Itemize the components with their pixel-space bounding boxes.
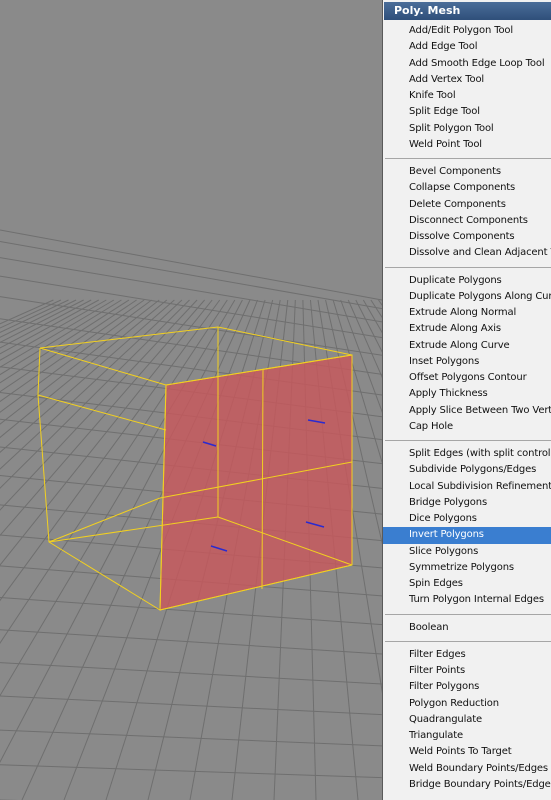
menu-item-add-edge-tool[interactable]: Add Edge Tool: [383, 39, 551, 55]
menu-item-filter-polygons[interactable]: Filter Polygons: [383, 679, 551, 695]
wire-edge: [48, 497, 161, 543]
menu-items: Add/Edit Polygon Tool Add Edge Tool Add Sm…: [383, 20, 551, 793]
menu-item-slice-polygons[interactable]: Slice Polygons: [383, 544, 551, 560]
menu-item-add-edit-polygon-tool[interactable]: Add/Edit Polygon Tool: [383, 23, 551, 39]
menu-item-add-smooth-edge-loop-tool[interactable]: Add Smooth Edge Loop Tool: [383, 56, 551, 72]
menu-item-extrude-along-normal[interactable]: Extrude Along Normal: [383, 305, 551, 321]
menu-title: Poly. Mesh: [384, 2, 551, 20]
menu-item-dissolve-and-clean-adjacent-ve[interactable]: Dissolve and Clean Adjacent Ve: [383, 245, 551, 261]
menu-item-local-subdivision-refinement[interactable]: Local Subdivision Refinement: [383, 479, 551, 495]
menu-item-delete-components[interactable]: Delete Components: [383, 197, 551, 213]
menu-item-extrude-along-axis[interactable]: Extrude Along Axis: [383, 321, 551, 337]
menu-item-extrude-along-curve[interactable]: Extrude Along Curve: [383, 338, 551, 354]
menu-item-filter-edges[interactable]: Filter Edges: [383, 647, 551, 663]
menu-item-disconnect-components[interactable]: Disconnect Components: [383, 213, 551, 229]
menu-item-knife-tool[interactable]: Knife Tool: [383, 88, 551, 104]
menu-item-weld-boundary-points-edges[interactable]: Weld Boundary Points/Edges: [383, 761, 551, 777]
menu-item-symmetrize-polygons[interactable]: Symmetrize Polygons: [383, 560, 551, 576]
menu-item-duplicate-polygons[interactable]: Duplicate Polygons: [383, 273, 551, 289]
menu-item-apply-slice-between-two-vertic[interactable]: Apply Slice Between Two Vertic: [383, 403, 551, 419]
menu-item-split-edge-tool[interactable]: Split Edge Tool: [383, 104, 551, 120]
menu-item-weld-point-tool[interactable]: Weld Point Tool: [383, 137, 551, 153]
poly-mesh-menu: Poly. Mesh Add/Edit Polygon Tool Add Edge…: [382, 0, 551, 800]
menu-item-filter-points[interactable]: Filter Points: [383, 663, 551, 679]
menu-item-dissolve-components[interactable]: Dissolve Components: [383, 229, 551, 245]
menu-item-polygon-reduction[interactable]: Polygon Reduction: [383, 696, 551, 712]
menu-item-spin-edges[interactable]: Spin Edges: [383, 576, 551, 592]
menu-item-bevel-components[interactable]: Bevel Components: [383, 164, 551, 180]
menu-item-weld-points-to-target[interactable]: Weld Points To Target: [383, 744, 551, 760]
menu-item-offset-polygons-contour[interactable]: Offset Polygons Contour: [383, 370, 551, 386]
menu-item-duplicate-polygons-along-curve[interactable]: Duplicate Polygons Along Curve: [383, 289, 551, 305]
menu-item-bridge-boundary-points-edges[interactable]: Bridge Boundary Points/Edges: [383, 777, 551, 793]
menu-item-apply-thickness[interactable]: Apply Thickness: [383, 386, 551, 402]
menu-item-quadrangulate[interactable]: Quadrangulate: [383, 712, 551, 728]
menu-item-inset-polygons[interactable]: Inset Polygons: [383, 354, 551, 370]
menu-item-triangulate[interactable]: Triangulate: [383, 728, 551, 744]
menu-item-bridge-polygons[interactable]: Bridge Polygons: [383, 495, 551, 511]
menu-item-turn-polygon-internal-edges[interactable]: Turn Polygon Internal Edges: [383, 592, 551, 608]
menu-item-split-edges-with-split-control[interactable]: Split Edges (with split control): [383, 446, 551, 462]
menu-item-add-vertex-tool[interactable]: Add Vertex Tool: [383, 72, 551, 88]
menu-item-subdivide-polygons-edges[interactable]: Subdivide Polygons/Edges: [383, 462, 551, 478]
menu-item-dice-polygons[interactable]: Dice Polygons: [383, 511, 551, 527]
menu-item-invert-polygons[interactable]: Invert Polygons: [383, 527, 551, 544]
menu-item-split-polygon-tool[interactable]: Split Polygon Tool: [383, 121, 551, 137]
menu-item-collapse-components[interactable]: Collapse Components: [383, 180, 551, 196]
menu-item-boolean[interactable]: Boolean: [383, 620, 551, 636]
menu-item-cap-hole[interactable]: Cap Hole: [383, 419, 551, 435]
